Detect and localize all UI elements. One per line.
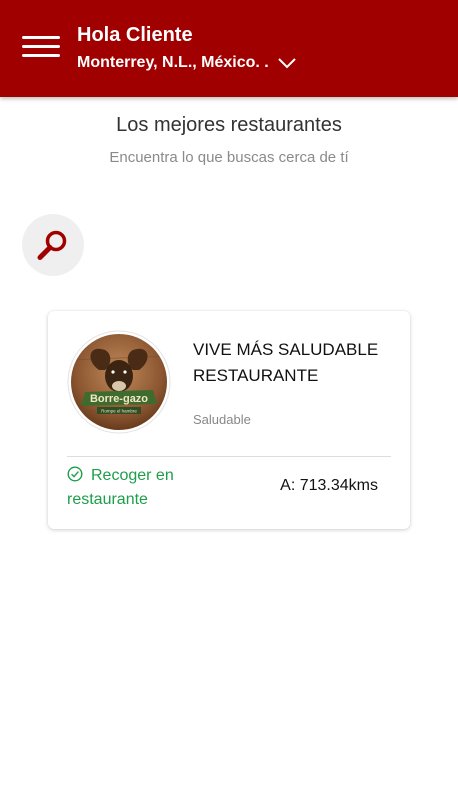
logo-tagline: Rompe el hambre xyxy=(101,409,137,414)
pickup-label: Recoger en restaurante xyxy=(67,467,174,508)
restaurant-name: VIVE MÁS SALUDABLE RESTAURANTE xyxy=(193,340,379,385)
divider xyxy=(67,456,391,457)
greeting-text: Hola Cliente xyxy=(77,24,193,46)
check-circle-icon xyxy=(67,466,83,482)
restaurant-card[interactable]: Borre-gazo Rompe el hambre VIVE MÁS SALU… xyxy=(48,311,410,529)
section-title: Los mejores restaurantes xyxy=(116,114,342,136)
location-selector[interactable]: Monterrey, N.L., México. . xyxy=(77,52,297,74)
distance-text: A: 713.34kms xyxy=(280,477,378,494)
chevron-down-icon xyxy=(278,58,296,69)
restaurant-logo: Borre-gazo Rompe el hambre xyxy=(67,330,171,434)
restaurant-category: Saludable xyxy=(193,412,251,427)
logo-brand-text: Borre-gazo xyxy=(90,393,148,405)
pickup-option: Recoger en restaurante xyxy=(67,464,227,512)
section-subtitle: Encuentra lo que buscas cerca de tí xyxy=(109,149,349,166)
search-icon xyxy=(37,230,67,260)
search-button[interactable] xyxy=(22,214,84,276)
menu-icon[interactable] xyxy=(22,34,60,60)
location-text: Monterrey, N.L., México. . xyxy=(77,54,269,71)
app-header: Hola Cliente Monterrey, N.L., México. . xyxy=(0,0,458,97)
